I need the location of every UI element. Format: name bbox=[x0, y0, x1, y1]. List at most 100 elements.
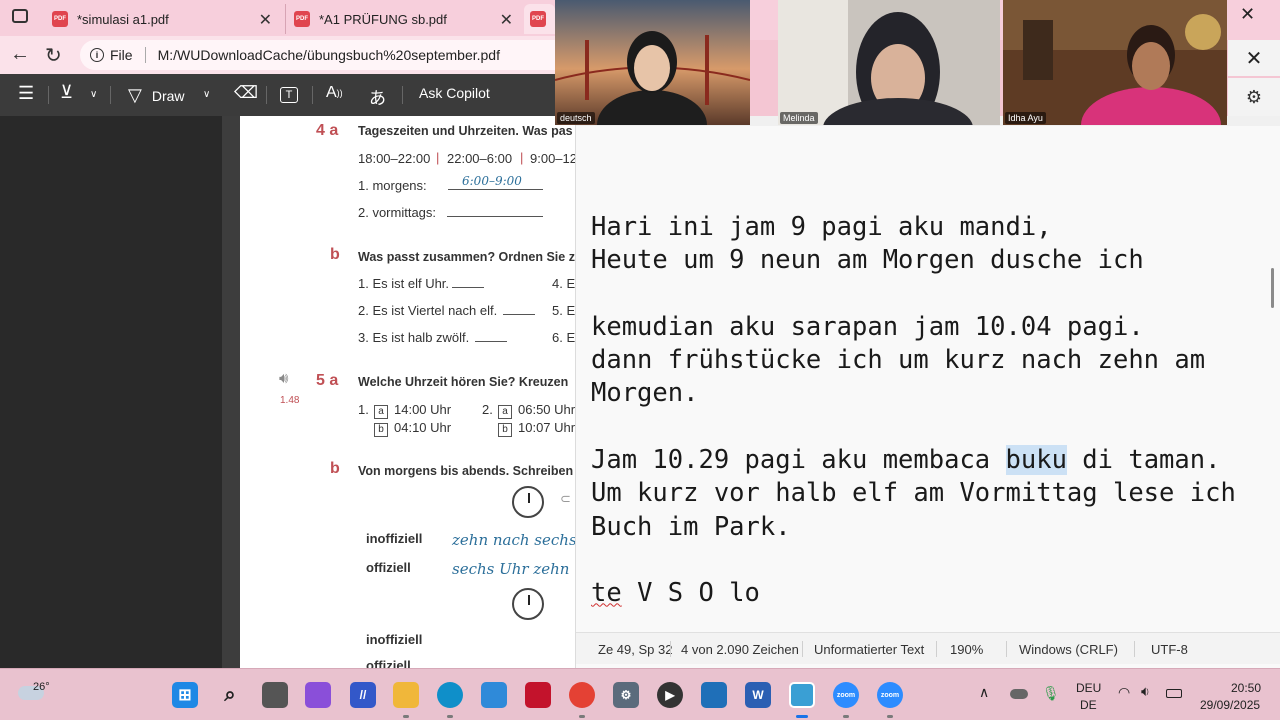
contents-icon[interactable]: ☰ bbox=[18, 83, 34, 104]
app-icon[interactable] bbox=[701, 682, 727, 708]
chevron-down-icon[interactable]: ∨ bbox=[90, 89, 97, 100]
close-icon[interactable]: ✕ bbox=[259, 10, 272, 30]
pdf-gutter bbox=[222, 116, 240, 668]
section-title: Was passt zusammen? Ordnen Sie z bbox=[358, 250, 575, 264]
checkbox-b[interactable]: b bbox=[498, 423, 512, 437]
video-tile-idha-ayu[interactable]: Idha Ayu bbox=[1003, 0, 1227, 125]
encoding[interactable]: UTF-8 bbox=[1151, 642, 1188, 657]
chrome-icon[interactable] bbox=[569, 682, 595, 708]
checkbox-option[interactable]: a 06:50 Uhr bbox=[498, 402, 575, 419]
clock-icon bbox=[512, 486, 544, 518]
add-text-icon[interactable]: T bbox=[280, 87, 298, 103]
section-number: b bbox=[330, 246, 340, 263]
start-icon[interactable]: ⊞ bbox=[172, 682, 198, 708]
participant-video bbox=[1003, 0, 1227, 125]
app-icon[interactable]: // bbox=[350, 682, 376, 708]
volume-icon[interactable]: 🔉︎ bbox=[1141, 683, 1150, 700]
checkbox-a[interactable]: a bbox=[374, 405, 388, 419]
video-tile-deutsch[interactable]: deutsch bbox=[555, 0, 750, 125]
media-player-icon[interactable]: ▶ bbox=[657, 682, 683, 708]
notepad-close-icon[interactable]: ✕ bbox=[1228, 40, 1280, 76]
translate-icon[interactable]: あ bbox=[369, 84, 386, 109]
read-aloud-icon[interactable]: A)) bbox=[326, 84, 343, 102]
url-text: M:/WUDownloadCache/übungsbuch%20septembe… bbox=[157, 47, 500, 63]
speaker-icon[interactable]: 🔊︎ bbox=[279, 370, 288, 387]
audio-track-number: 1.48 bbox=[280, 395, 300, 406]
participant-name: deutsch bbox=[557, 112, 595, 124]
exercise-item: 1. morgens: bbox=[358, 178, 427, 193]
copilot-icon[interactable] bbox=[305, 682, 331, 708]
clock-time[interactable]: 20:50 bbox=[1231, 681, 1261, 695]
ask-copilot-button[interactable]: Ask Copilot bbox=[419, 85, 490, 101]
clock-icon bbox=[512, 588, 544, 620]
store-icon[interactable] bbox=[481, 682, 507, 708]
checkbox-option[interactable]: b 10:07 Uhr bbox=[498, 420, 575, 437]
running-indicator bbox=[447, 715, 453, 718]
gear-icon[interactable]: ⚙ bbox=[1228, 78, 1280, 116]
info-icon: i bbox=[90, 48, 104, 62]
settings-icon[interactable]: ⚙ bbox=[613, 682, 639, 708]
selected-text: buku bbox=[1005, 445, 1067, 476]
highlight-icon[interactable]: ⊻ bbox=[60, 82, 73, 103]
scrollbar-thumb[interactable] bbox=[1271, 268, 1274, 308]
tab-actions-icon[interactable] bbox=[12, 9, 28, 23]
eraser-icon[interactable]: ⌫ bbox=[234, 83, 258, 103]
video-tile-melinda[interactable]: Melinda bbox=[778, 0, 1000, 125]
close-icon[interactable]: ✕ bbox=[1240, 4, 1255, 25]
refresh-icon[interactable]: ↻ bbox=[45, 43, 62, 68]
search-icon[interactable]: ⌕ bbox=[217, 682, 243, 708]
pdf-left-pane bbox=[0, 116, 222, 668]
handwritten-answer: zehn nach sechs bbox=[452, 531, 575, 549]
draw-button[interactable]: ▽ Draw bbox=[128, 85, 185, 106]
section-number: 5 a bbox=[316, 372, 339, 389]
checkbox-a[interactable]: a bbox=[498, 405, 512, 419]
weather-temperature[interactable]: 26° bbox=[33, 681, 50, 693]
section-title: Welche Uhrzeit hören Sie? Kreuzen bbox=[358, 375, 569, 389]
section-title: Von morgens bis abends. Schreiben bbox=[358, 464, 574, 478]
chevron-down-icon[interactable]: ∨ bbox=[203, 89, 210, 100]
zoom-icon[interactable]: zoom bbox=[833, 682, 859, 708]
toolbar-divider bbox=[48, 86, 49, 104]
wifi-icon[interactable]: ◠ bbox=[1118, 684, 1130, 701]
tab-simulasi[interactable]: PDF *simulasi a1.pdf ✕ bbox=[44, 4, 280, 34]
microphone-icon[interactable]: 🎙︎ bbox=[1042, 685, 1060, 702]
zoom-level[interactable]: 190% bbox=[950, 642, 983, 657]
row-label-offiziell: offiziell bbox=[366, 658, 411, 668]
taskbar: 26° ⊞ ⌕ // ⚙ ▶ W zoom zoom ∧ 🎙︎ DEU DE ◠… bbox=[0, 668, 1280, 720]
checkbox-b[interactable]: b bbox=[374, 423, 388, 437]
tab-active-partial[interactable]: PDF bbox=[524, 4, 555, 34]
back-icon[interactable]: ← bbox=[10, 43, 30, 66]
tab-label: *simulasi a1.pdf bbox=[77, 11, 169, 27]
row-label-inoffiziell: inoffiziell bbox=[366, 632, 423, 647]
word-icon[interactable]: W bbox=[745, 682, 771, 708]
time-range: 9:00–12 bbox=[530, 151, 575, 166]
clock-date[interactable]: 29/09/2025 bbox=[1200, 698, 1260, 712]
running-indicator bbox=[843, 715, 849, 718]
language-top[interactable]: DEU bbox=[1076, 681, 1101, 695]
notepad-icon[interactable] bbox=[789, 682, 815, 708]
active-indicator bbox=[796, 715, 808, 718]
folder-icon[interactable] bbox=[393, 682, 419, 708]
battery-icon[interactable] bbox=[1166, 689, 1182, 698]
row-label-inoffiziell: inoffiziell bbox=[366, 531, 423, 546]
onedrive-icon[interactable] bbox=[1010, 689, 1028, 699]
toolbar-divider bbox=[312, 86, 313, 104]
running-indicator bbox=[403, 715, 409, 718]
edge-icon[interactable] bbox=[437, 682, 463, 708]
language-bottom[interactable]: DE bbox=[1080, 698, 1097, 712]
chevron-up-icon[interactable]: ∧ bbox=[979, 684, 989, 701]
url-prefix: File bbox=[110, 47, 133, 63]
checkbox-option[interactable]: b 04:10 Uhr bbox=[374, 420, 451, 437]
pdf-file-icon: PDF bbox=[52, 11, 68, 27]
url-field[interactable]: i File M:/WUDownloadCache/übungsbuch%20s… bbox=[80, 40, 555, 70]
time-sep: | bbox=[436, 150, 440, 165]
zoom-icon[interactable]: zoom bbox=[877, 682, 903, 708]
checkbox-option[interactable]: a 14:00 Uhr bbox=[374, 402, 451, 419]
notepad-text-area[interactable]: Hari ini jam 9 pagi aku mandi, Heute um … bbox=[591, 211, 1236, 611]
mcafee-icon[interactable] bbox=[525, 682, 551, 708]
pdf-file-icon: PDF bbox=[530, 11, 546, 27]
tab-a1-pruefung[interactable]: PDF *A1 PRÜFUNG sb.pdf ✕ bbox=[285, 4, 521, 34]
line-ending[interactable]: Windows (CRLF) bbox=[1019, 642, 1118, 657]
task-view-icon[interactable] bbox=[262, 682, 288, 708]
close-icon[interactable]: ✕ bbox=[500, 10, 513, 30]
